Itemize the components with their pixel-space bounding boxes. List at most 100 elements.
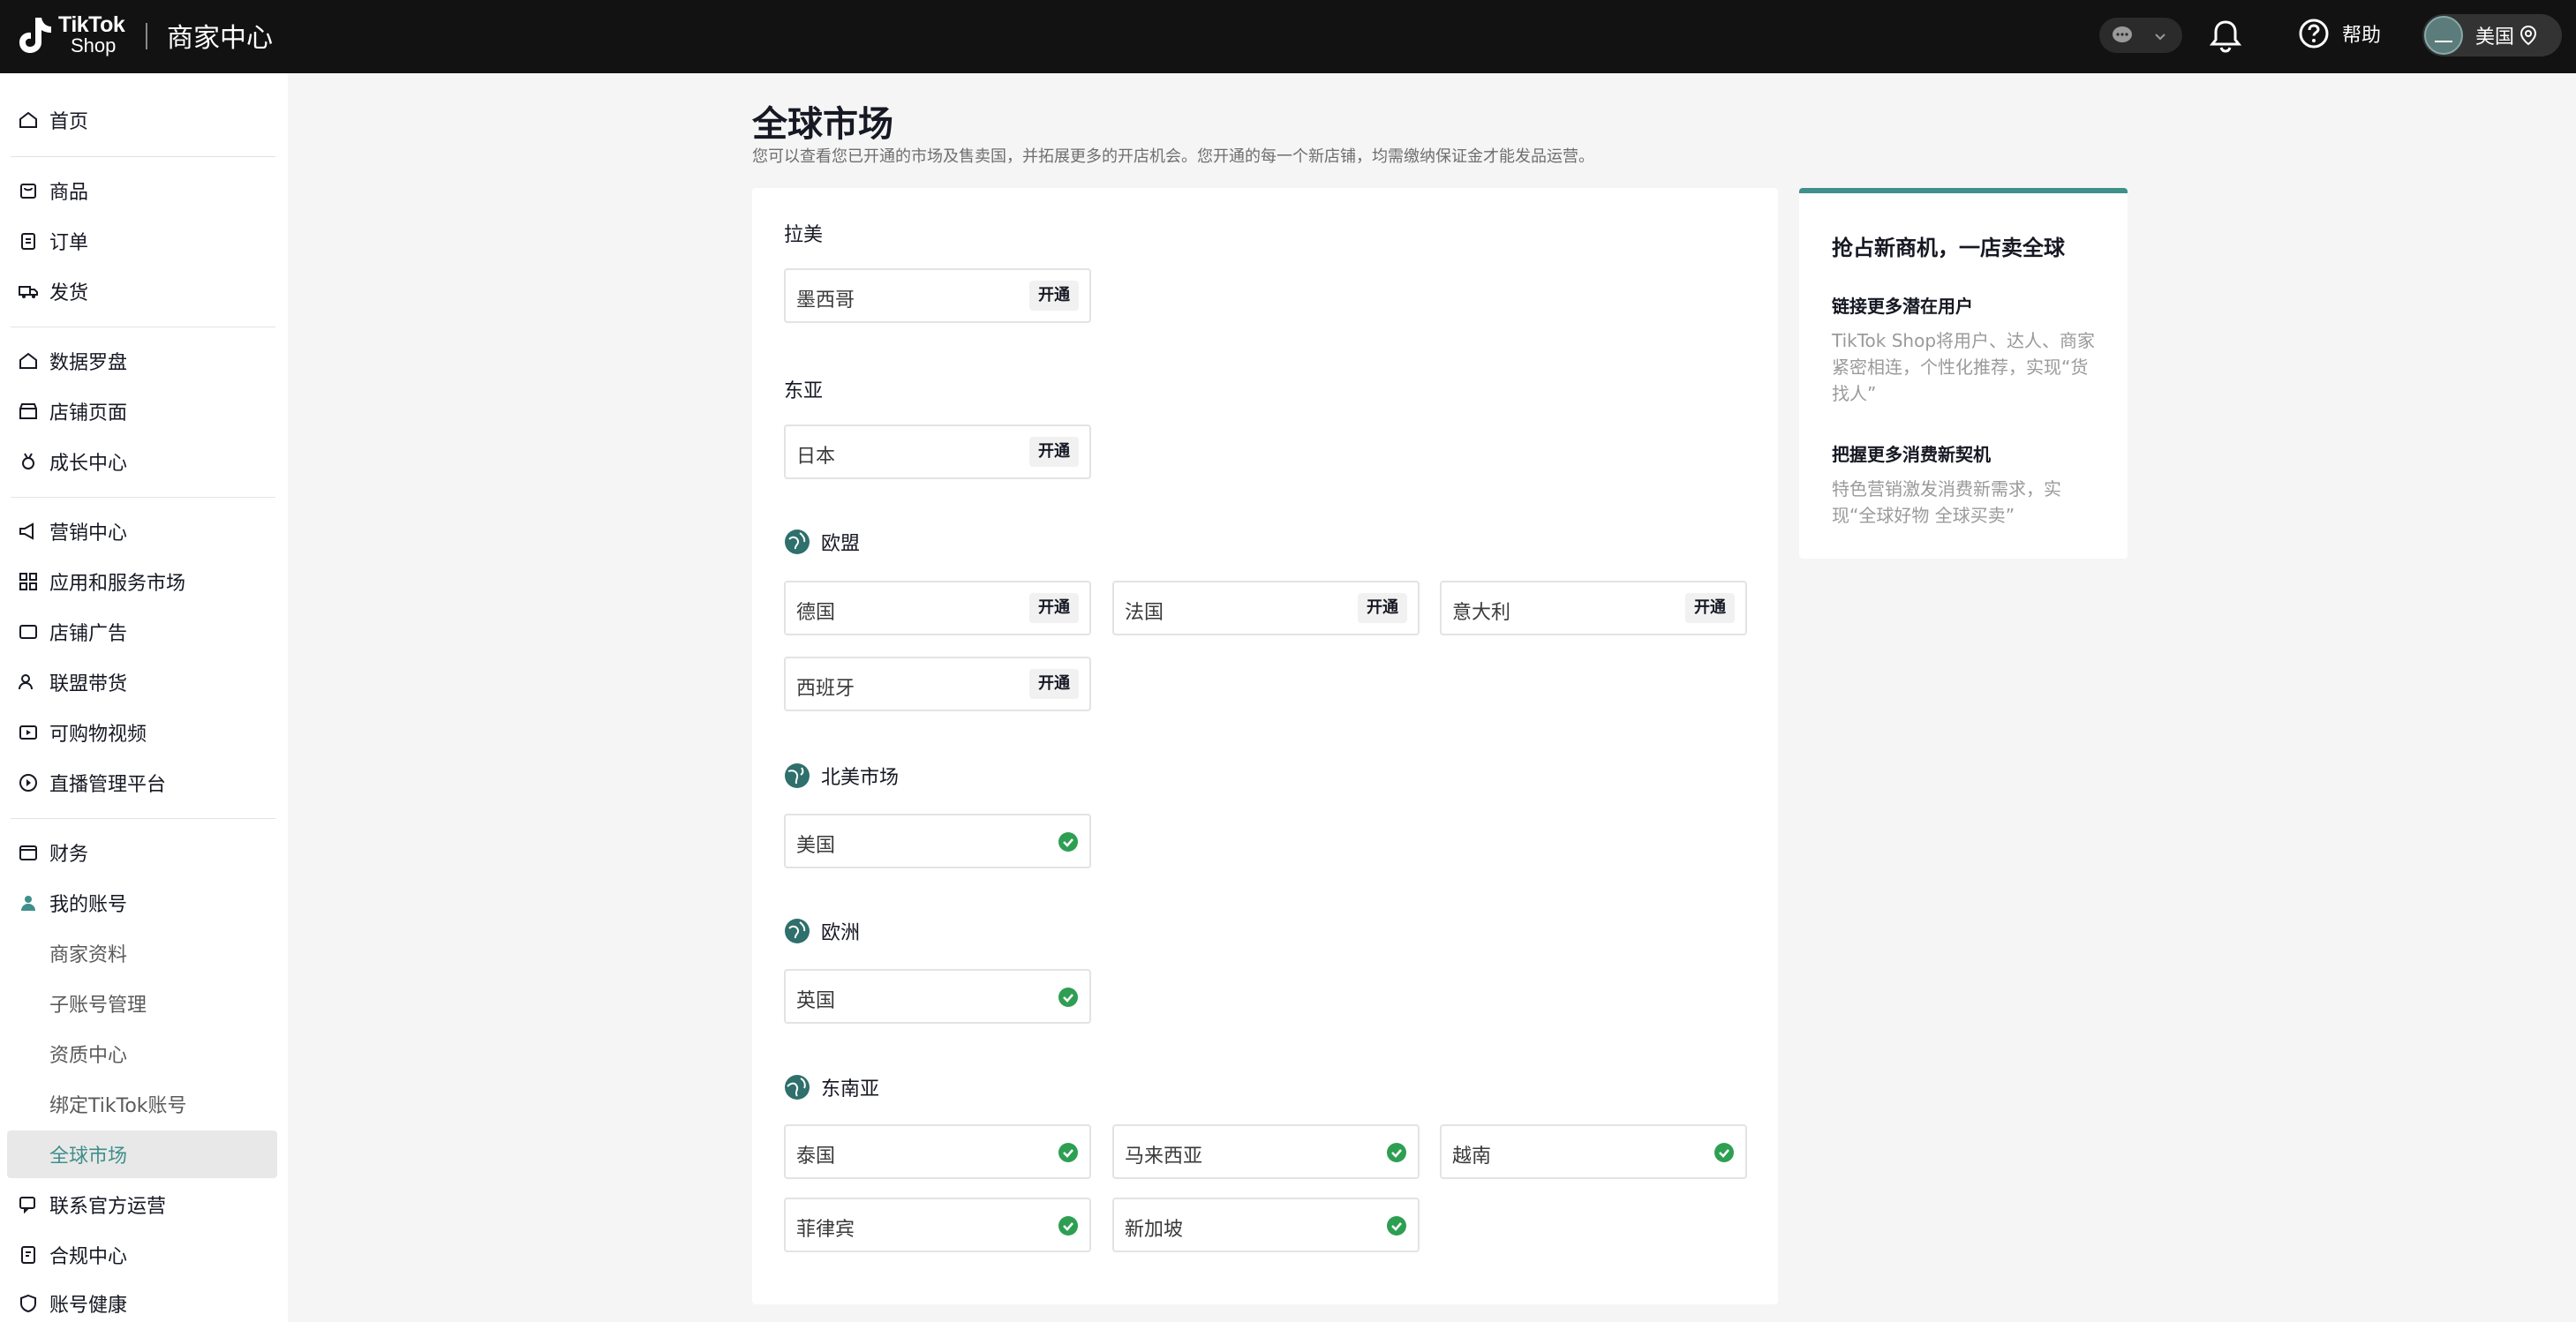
country-card-malaysia[interactable]: 马来西亚 — [1112, 1124, 1420, 1179]
globe-icon — [785, 919, 810, 943]
shield-icon — [20, 1294, 36, 1313]
sidebar-item-live-platform[interactable]: 直播管理平台 — [7, 759, 277, 807]
compliance-icon — [21, 1246, 35, 1264]
apps-icon — [19, 573, 37, 590]
sidebar-item-home[interactable]: 首页 — [7, 96, 277, 144]
sidebar-item-compliance[interactable]: 合规中心 — [7, 1231, 277, 1279]
live-icon — [19, 774, 37, 792]
sidebar-item-app-market[interactable]: 应用和服务市场 — [7, 558, 277, 605]
sidebar-item-affiliate[interactable]: 联盟带货 — [7, 658, 277, 706]
country-card-japan[interactable]: 日本 开通 — [784, 424, 1091, 479]
account-menu[interactable]: 美国 — [2422, 14, 2562, 56]
country-name: 墨西哥 — [796, 289, 855, 312]
video-icon — [19, 725, 37, 740]
country-name: 德国 — [796, 602, 836, 624]
sidebar-item-label: 订单 — [49, 232, 89, 254]
country-card-spain[interactable]: 西班牙 开通 — [784, 657, 1091, 711]
open-button[interactable]: 开通 — [1685, 593, 1735, 623]
sidebar-item-label: 商品 — [49, 182, 89, 204]
sidebar-item-label: 应用和服务市场 — [49, 573, 186, 595]
sidebar-item-shipping[interactable]: 发货 — [7, 267, 277, 315]
country-name: 马来西亚 — [1125, 1145, 1203, 1168]
sidebar-item-label: 可购物视频 — [49, 724, 147, 746]
sidebar-item-label: 商家资料 — [49, 944, 128, 966]
sidebar-item-growth-center[interactable]: 成长中心 — [7, 438, 277, 485]
wallet-icon — [19, 845, 37, 860]
check-circle-icon — [1058, 832, 1078, 852]
sidebar-item-marketing[interactable]: 营销中心 — [7, 507, 277, 555]
sidebar-item-sub-accounts[interactable]: 子账号管理 — [7, 980, 277, 1027]
country-card-france[interactable]: 法国 开通 — [1112, 581, 1420, 635]
country-card-thailand[interactable]: 泰国 — [784, 1124, 1091, 1179]
sidebar-item-store-ads[interactable]: 店铺广告 — [7, 608, 277, 656]
check-circle-icon — [1387, 1143, 1406, 1162]
sidebar-item-label: 店铺页面 — [49, 402, 128, 424]
sidebar-item-orders[interactable]: 订单 — [7, 217, 277, 265]
country-name: 新加坡 — [1125, 1219, 1184, 1241]
open-button[interactable]: 开通 — [1029, 669, 1079, 699]
sidebar-item-label: 发货 — [49, 282, 89, 304]
ad-icon — [19, 625, 37, 639]
product-icon — [20, 184, 36, 199]
country-card-vietnam[interactable]: 越南 — [1440, 1124, 1747, 1179]
country-name: 泰国 — [796, 1145, 836, 1168]
open-button[interactable]: 开通 — [1029, 437, 1079, 467]
help-button[interactable]: 帮助 — [2298, 18, 2381, 49]
region-europe: 欧洲 — [784, 917, 860, 945]
help-label: 帮助 — [2342, 25, 2382, 47]
region-name: 北美市场 — [821, 767, 900, 789]
sidebar-item-label: 数据罗盘 — [49, 352, 128, 374]
compass-icon — [19, 352, 37, 369]
app-title: 商家中心 — [167, 23, 273, 54]
region-name: 欧洲 — [821, 922, 861, 944]
country-card-singapore[interactable]: 新加坡 — [1112, 1198, 1420, 1252]
country-card-usa[interactable]: 美国 — [784, 814, 1091, 868]
sidebar-item-shoppable-video[interactable]: 可购物视频 — [7, 709, 277, 756]
tiktok-logo-icon — [19, 18, 51, 53]
sidebar-item-label: 资质中心 — [49, 1045, 128, 1067]
sidebar-item-bind-tiktok[interactable]: 绑定TikTok账号 — [7, 1080, 277, 1128]
sidebar-item-store-page[interactable]: 店铺页面 — [7, 387, 277, 435]
messages-dropdown[interactable] — [2099, 18, 2182, 53]
globe-icon — [785, 530, 810, 554]
open-button[interactable]: 开通 — [1358, 593, 1407, 623]
sidebar-item-label: 全球市场 — [49, 1145, 128, 1168]
globe-icon — [785, 763, 810, 788]
region-name: 拉美 — [784, 224, 824, 246]
chat-bubble-icon — [2113, 26, 2132, 42]
country-name: 菲律宾 — [796, 1219, 855, 1241]
country-name: 日本 — [796, 446, 836, 468]
country-card-italy[interactable]: 意大利 开通 — [1440, 581, 1747, 635]
sidebar-item-data-compass[interactable]: 数据罗盘 — [7, 337, 277, 385]
sidebar-item-contact-ops[interactable]: 联系官方运营 — [7, 1181, 277, 1228]
sidebar-item-label: 营销中心 — [49, 522, 128, 545]
sidebar-item-finance[interactable]: 财务 — [7, 829, 277, 876]
sidebar-divider — [11, 818, 275, 819]
location-pin-icon — [2520, 25, 2537, 46]
logo-text-tiktok: TikTok — [58, 12, 125, 37]
sidebar-item-account-health[interactable]: 账号健康 — [7, 1280, 277, 1322]
medal-icon — [22, 453, 34, 469]
globe-icon — [785, 1075, 810, 1100]
sidebar-item-label: 联系官方运营 — [49, 1196, 167, 1218]
country-card-germany[interactable]: 德国 开通 — [784, 581, 1091, 635]
sidebar-item-my-account[interactable]: 我的账号 — [7, 879, 277, 927]
sidebar-item-merchant-profile[interactable]: 商家资料 — [7, 929, 277, 977]
sidebar-item-qualification-center[interactable]: 资质中心 — [7, 1030, 277, 1078]
check-circle-icon — [1058, 1143, 1078, 1162]
chevron-down-icon — [2155, 34, 2165, 41]
open-button[interactable]: 开通 — [1029, 593, 1079, 623]
open-button[interactable]: 开通 — [1029, 281, 1079, 311]
region-name: 东亚 — [784, 380, 824, 402]
country-card-uk[interactable]: 英国 — [784, 969, 1091, 1024]
affiliate-icon — [19, 674, 33, 690]
check-circle-icon — [1058, 1216, 1078, 1236]
sidebar-item-products[interactable]: 商品 — [7, 167, 277, 214]
country-card-philippines[interactable]: 菲律宾 — [784, 1198, 1091, 1252]
country-card-mexico[interactable]: 墨西哥 开通 — [784, 268, 1091, 323]
top-bar: TikTok Shop 商家中心 帮助 美国 — [0, 0, 2576, 73]
chat-icon — [19, 1197, 35, 1214]
tiktok-shop-logo[interactable]: TikTok Shop — [16, 12, 125, 56]
sidebar-item-global-market[interactable]: 全球市场 — [7, 1130, 277, 1178]
notification-bell-icon[interactable] — [2209, 19, 2242, 54]
